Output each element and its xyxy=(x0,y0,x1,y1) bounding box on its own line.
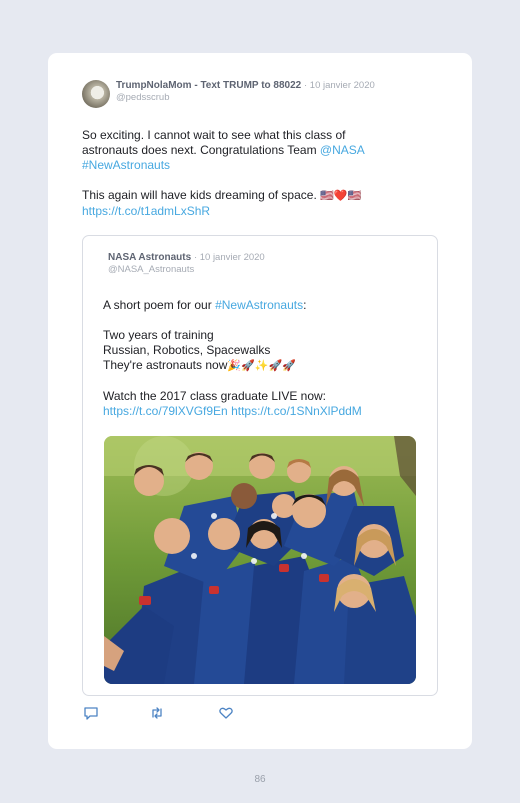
author-name[interactable]: TrumpNolaMom - Text TRUMP to 88022 xyxy=(116,80,301,91)
quoted-line: A short poem for our #NewAstronauts: xyxy=(103,298,413,313)
quoted-author-handle[interactable]: @NASA_Astronauts xyxy=(108,264,265,276)
quoted-text-segment: They're astronauts now xyxy=(103,358,228,372)
quoted-line: Watch the 2017 class graduate LIVE now: xyxy=(103,389,327,403)
hashtag-link[interactable]: #NewAstronauts xyxy=(82,158,170,172)
quoted-text-segment: : xyxy=(303,298,307,312)
quoted-text-segment: A short poem for our xyxy=(103,298,216,312)
quoted-line: https://t.co/79lXVGf9En https://t.co/1SN… xyxy=(103,404,413,419)
tweet-text-segment: astronauts does next. Congratulations Te… xyxy=(82,143,320,157)
tweet-line: https://t.co/t1admLxShR xyxy=(82,204,412,219)
tweet-line: #NewAstronauts xyxy=(82,158,412,173)
page-number: 86 xyxy=(254,774,266,785)
flags-emoji: 🇺🇸❤️🇺🇸 xyxy=(320,190,362,202)
tweet-actions xyxy=(83,705,243,723)
quoted-link-1[interactable]: https://t.co/79lXVGf9En xyxy=(103,404,228,418)
quoted-text: A short poem for our #NewAstronauts: Two… xyxy=(103,298,413,419)
author-handle[interactable]: @pedsscrub xyxy=(116,92,375,104)
tweet-text-segment: This again will have kids dreaming of sp… xyxy=(82,188,321,202)
tweet-line: astronauts does next. Congratulations Te… xyxy=(82,143,412,158)
author-meta: TrumpNolaMom - Text TRUMP to 88022 · 10 … xyxy=(116,80,375,104)
quoted-author-meta: NASA Astronauts · 10 janvier 2020 @NASA_… xyxy=(108,252,265,276)
astronaut-group-photo[interactable] xyxy=(104,436,416,684)
poem-emoji: 🎉🚀✨🚀🚀 xyxy=(227,360,296,372)
poem-line: Two years of training xyxy=(103,328,214,342)
poem-line: They're astronauts now🎉🚀✨🚀🚀 xyxy=(103,358,413,374)
avatar[interactable] xyxy=(82,80,110,108)
poem-line: Russian, Robotics, Spacewalks xyxy=(103,343,271,357)
tweet-line: This again will have kids dreaming of sp… xyxy=(82,188,412,204)
tweet-link[interactable]: https://t.co/t1admLxShR xyxy=(82,204,210,218)
tweet-card: TrumpNolaMom - Text TRUMP to 88022 · 10 … xyxy=(48,53,472,749)
mention-link[interactable]: @NASA xyxy=(320,143,365,157)
reply-icon[interactable] xyxy=(83,705,99,721)
hashtag-link[interactable]: #NewAstronauts xyxy=(215,298,303,312)
retweet-icon[interactable] xyxy=(149,705,165,721)
quoted-author-name[interactable]: NASA Astronauts xyxy=(108,252,191,263)
quoted-link-2[interactable]: https://t.co/1SNnXlPddM xyxy=(231,404,362,418)
like-icon[interactable] xyxy=(218,705,234,721)
quoted-date[interactable]: · 10 janvier 2020 xyxy=(194,252,265,263)
tweet-text: So exciting. I cannot wait to see what t… xyxy=(82,128,412,219)
tweet-date[interactable]: · 10 janvier 2020 xyxy=(304,80,375,91)
quoted-tweet[interactable]: NASA Astronauts · 10 janvier 2020 @NASA_… xyxy=(82,235,438,696)
tweet-line: So exciting. I cannot wait to see what t… xyxy=(82,128,346,142)
tweet-header: TrumpNolaMom - Text TRUMP to 88022 · 10 … xyxy=(82,80,375,108)
